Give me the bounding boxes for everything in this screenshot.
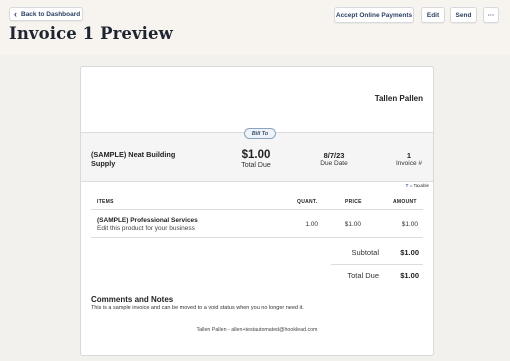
more-options-icon: ··· bbox=[487, 11, 495, 19]
send-button[interactable]: Send bbox=[450, 7, 477, 23]
invoice-number-label: Invoice # bbox=[395, 160, 423, 167]
more-options-button[interactable]: ··· bbox=[483, 7, 499, 23]
line-item-description: Edit this product for your business bbox=[97, 225, 195, 232]
taxable-note: = Taxable bbox=[409, 183, 429, 188]
due-date-label: Due Date bbox=[320, 160, 348, 167]
due-date: 8/7/23 bbox=[323, 151, 345, 160]
invoice-card: Tallen Pallen Bill To (SAMPLE) Neat Buil… bbox=[80, 66, 434, 356]
client-name: (SAMPLE) Neat Building Supply bbox=[91, 150, 176, 168]
divider bbox=[331, 264, 423, 265]
subtotal-value: $1.00 bbox=[400, 248, 419, 257]
line-item-quantity: 1.00 bbox=[305, 221, 318, 228]
notes-title: Comments and Notes bbox=[91, 295, 174, 304]
total-due-label: Total Due bbox=[241, 162, 271, 169]
line-item-name: (SAMPLE) Professional Services bbox=[97, 217, 198, 224]
column-header-amount: AMOUNT bbox=[393, 199, 417, 205]
accept-online-payments-label: Accept Online Payments bbox=[335, 11, 413, 19]
line-item-amount: $1.00 bbox=[401, 221, 418, 228]
send-label: Send bbox=[455, 11, 472, 19]
edit-label: Edit bbox=[426, 11, 440, 19]
taxable-icon: T bbox=[405, 183, 409, 188]
page-title: Invoice 1 Preview bbox=[9, 24, 173, 43]
notes-body: This is a sample invoice and can be move… bbox=[91, 305, 304, 311]
total-due-row-value: $1.00 bbox=[400, 271, 419, 280]
divider bbox=[91, 237, 423, 238]
edit-button[interactable]: Edit bbox=[421, 7, 445, 23]
subtotal-label: Subtotal bbox=[351, 248, 379, 257]
invoice-footer: Tallen Pallen - allen+testautomated@hook… bbox=[196, 327, 318, 333]
taxable-legend: T = Taxable bbox=[406, 183, 429, 188]
back-button-label: Back to Dashboard bbox=[21, 10, 81, 18]
chevron-left-icon: ‹ bbox=[14, 8, 17, 19]
accept-online-payments-button[interactable]: Accept Online Payments bbox=[334, 7, 414, 23]
column-header-price: PRICE bbox=[345, 199, 362, 205]
divider bbox=[91, 209, 423, 210]
back-to-dashboard-button[interactable]: ‹ Back to Dashboard bbox=[9, 7, 83, 21]
column-header-quantity: QUANT. bbox=[297, 199, 318, 205]
total-amount: $1.00 bbox=[241, 149, 271, 161]
column-header-items: ITEMS bbox=[97, 199, 114, 205]
bill-to-badge: Bill To bbox=[244, 128, 276, 139]
line-item-price: $1.00 bbox=[344, 221, 361, 228]
sender-name: Tallen Pallen bbox=[374, 94, 423, 103]
invoice-number: 1 bbox=[406, 151, 412, 160]
total-due-row-label: Total Due bbox=[347, 271, 379, 280]
